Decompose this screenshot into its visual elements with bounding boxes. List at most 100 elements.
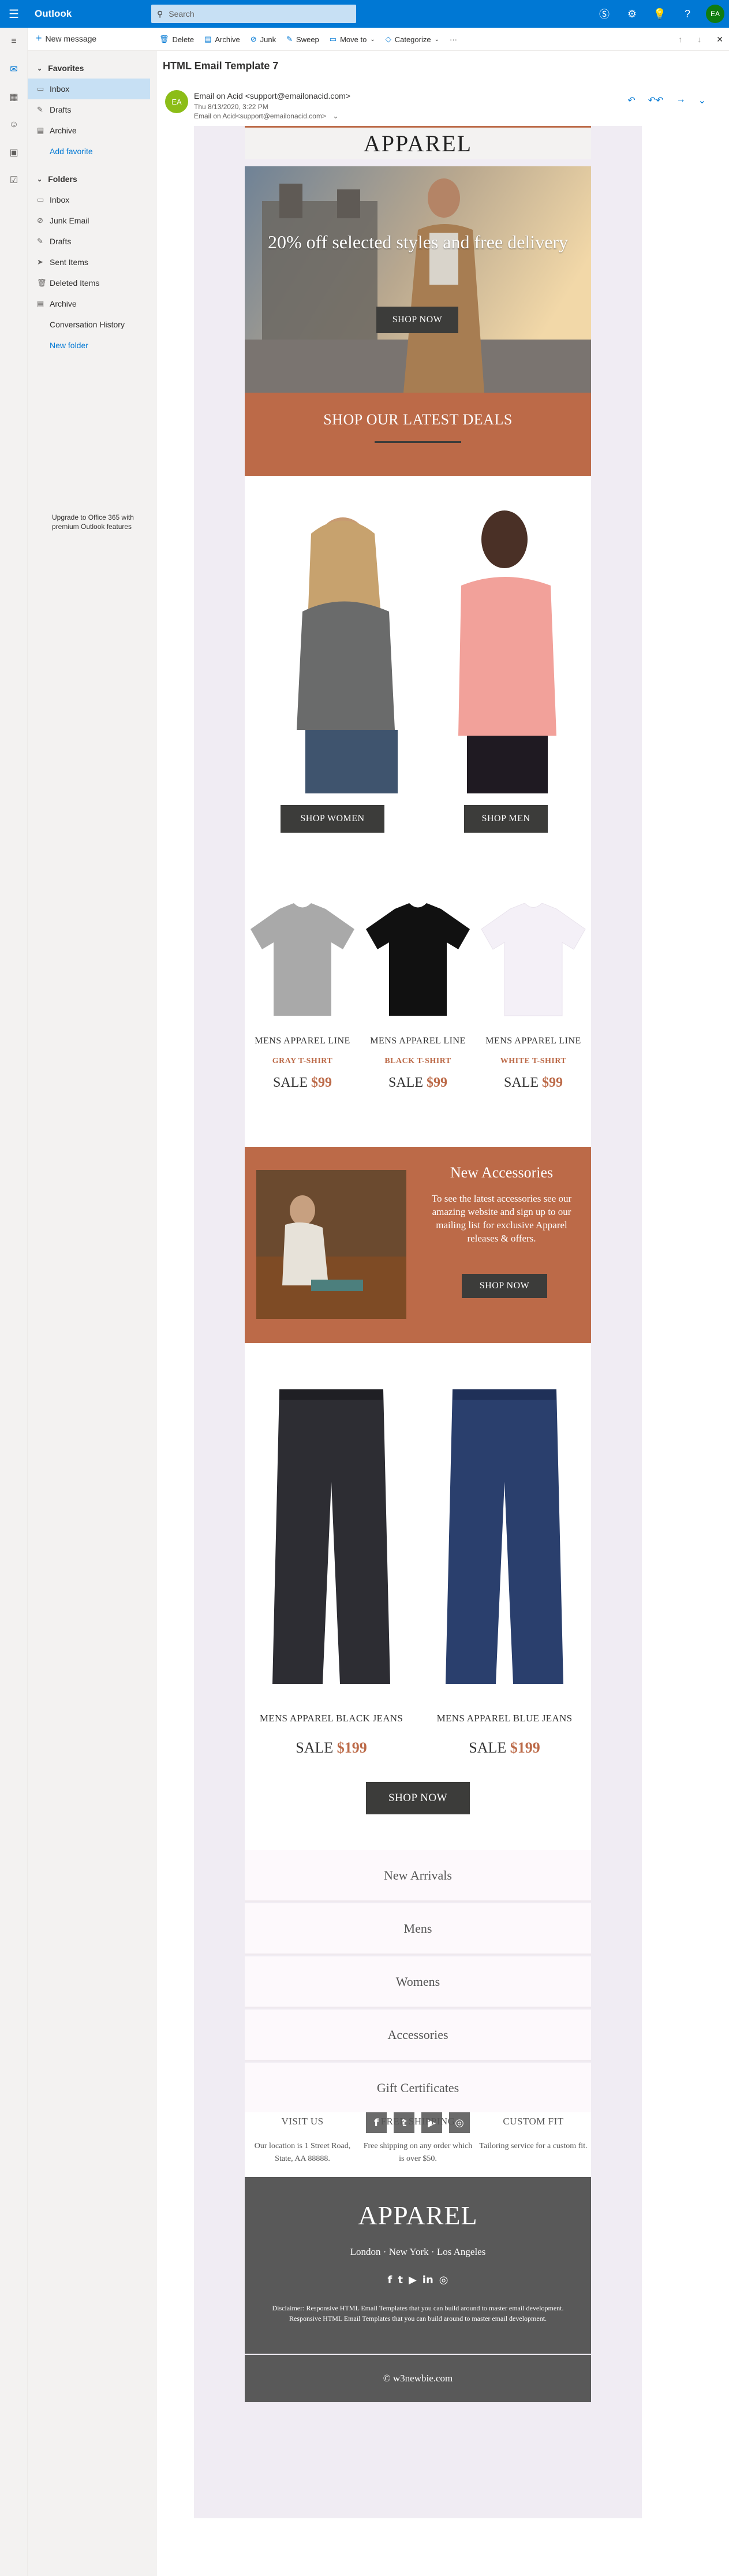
forward-icon[interactable]: →	[676, 95, 686, 106]
folder-item-archive-favorite[interactable]: ▤ Archive	[28, 120, 155, 141]
men-photo[interactable]	[427, 505, 582, 793]
tshirt-section: MENS APPAREL LINE GRAY T-SHIRT SALE $99 …	[245, 857, 591, 1147]
white-tshirt-image[interactable]	[478, 903, 588, 1019]
folder-label: Drafts	[50, 105, 72, 114]
black-jeans-image[interactable]	[256, 1384, 406, 1690]
folder-item-conversation-history[interactable]: Conversation History	[28, 314, 155, 335]
archive-icon: ▤	[37, 126, 44, 135]
product-name[interactable]: MENS APPAREL BLUE JEANS	[418, 1713, 591, 1724]
recipient-address[interactable]: Email on Acid<support@emailonacid.com>	[194, 112, 326, 120]
up-arrow-icon[interactable]: ↑	[678, 35, 682, 44]
product-color[interactable]: BLACK T-SHIRT	[363, 1057, 473, 1066]
folder-item-drafts[interactable]: ✎ Drafts	[28, 231, 155, 252]
footer-social-icons: f t ▶ in ◎	[245, 2274, 591, 2286]
product-color[interactable]: GRAY T-SHIRT	[248, 1057, 357, 1066]
black-tshirt-image[interactable]	[363, 903, 473, 1019]
folder-item-inbox-favorite[interactable]: ▭ Inbox	[28, 79, 150, 99]
folders-header[interactable]: ⌄ Folders	[28, 169, 155, 189]
junk-label: Junk	[260, 35, 276, 44]
women-photo[interactable]	[256, 510, 412, 793]
upgrade-promo[interactable]: Upgrade to Office 365 with premium Outlo…	[52, 513, 139, 531]
chevron-down-icon: ⌄	[37, 65, 43, 72]
tips-icon[interactable]: 💡	[646, 0, 674, 28]
favorites-header[interactable]: ⌄ Favorites	[28, 58, 155, 79]
chevron-down-icon[interactable]: ⌄	[698, 95, 706, 106]
nav-link-womens[interactable]: Womens	[245, 1956, 591, 2008]
settings-icon[interactable]: ⚙	[618, 0, 646, 28]
move-to-button[interactable]: ▭ Move to ⌄	[330, 35, 375, 44]
search-icon: ⚲	[157, 9, 163, 18]
new-folder-link[interactable]: New folder	[28, 335, 155, 356]
archive-button[interactable]: ▤ Archive	[204, 35, 240, 44]
app-launcher-icon[interactable]: ☰	[0, 0, 28, 28]
youtube-icon[interactable]: ▶	[409, 2274, 417, 2286]
search-input[interactable]: ⚲ Search	[151, 5, 356, 23]
delete-button[interactable]: 🗑 Delete	[159, 35, 194, 44]
nav-link-mens[interactable]: Mens	[245, 1903, 591, 1955]
accessories-photo[interactable]	[256, 1170, 406, 1319]
footer-cities: London · New York · Los Angeles	[350, 2246, 486, 2257]
sender-name[interactable]: Email on Acid <support@emailonacid.com>	[194, 91, 350, 100]
folder-item-junk[interactable]: ⊘ Junk Email	[28, 210, 155, 231]
twitter-icon[interactable]: t	[398, 2274, 403, 2286]
hero-shop-now-button[interactable]: SHOP NOW	[376, 307, 458, 333]
categorize-button[interactable]: ◇ Categorize ⌄	[386, 35, 439, 44]
facebook-icon[interactable]: f	[388, 2274, 392, 2286]
app-header: ☰ Outlook ⚲ Search Ⓢ ⚙ 💡 ? EA	[0, 0, 729, 28]
folder-item-sent[interactable]: ➤ Sent Items	[28, 252, 155, 273]
sweep-button[interactable]: ✎ Sweep	[286, 35, 319, 44]
add-favorite-label: Add favorite	[50, 147, 93, 156]
accessories-shop-now-button[interactable]: SHOP NOW	[462, 1274, 547, 1298]
price-value: $99	[542, 1075, 563, 1090]
info-text: Tailoring service for a custom fit.	[479, 2142, 588, 2150]
nav-link-gift-certificates[interactable]: Gift Certificates	[245, 2063, 591, 2115]
more-actions-button[interactable]: ···	[450, 35, 457, 44]
help-icon[interactable]: ?	[674, 0, 701, 28]
hamburger-icon[interactable]: ≡	[0, 28, 28, 55]
app-name[interactable]: Outlook	[28, 8, 149, 20]
add-favorite-link[interactable]: Add favorite	[28, 141, 155, 162]
folder-item-inbox[interactable]: ▭ Inbox	[28, 189, 155, 210]
info-text: Free shipping on any order which is over…	[363, 2142, 473, 2163]
nav-link-accessories[interactable]: Accessories	[245, 2010, 591, 2061]
reply-all-icon[interactable]: ↶↶	[648, 95, 664, 106]
block-icon: ⊘	[37, 216, 43, 225]
product-line: MENS APPAREL LINE	[370, 1036, 466, 1046]
new-message-button[interactable]: + New message	[36, 32, 96, 44]
gray-tshirt-image[interactable]	[248, 903, 357, 1019]
account-avatar[interactable]: EA	[706, 5, 724, 23]
app-rail: ≡ ✉ ▦ ☺ ▣ ☑	[0, 28, 28, 2576]
chevron-down-icon[interactable]: ⌄	[332, 112, 338, 120]
new-folder-label: New folder	[50, 341, 88, 350]
folder-label: Archive	[50, 299, 77, 308]
sender-avatar[interactable]: EA	[165, 90, 188, 113]
nav-link-new-arrivals[interactable]: New Arrivals	[245, 1850, 591, 1902]
down-arrow-icon[interactable]: ↓	[697, 35, 701, 44]
folder-item-deleted[interactable]: 🗑 Deleted Items	[28, 273, 155, 293]
photos-icon[interactable]: ▣	[0, 139, 28, 166]
todo-icon[interactable]: ☑	[0, 166, 28, 194]
mail-icon[interactable]: ✉	[0, 55, 28, 83]
folder-item-archive[interactable]: ▤ Archive	[28, 293, 155, 314]
folder-item-drafts-favorite[interactable]: ✎ Drafts	[28, 99, 155, 120]
close-icon[interactable]: ✕	[716, 35, 723, 44]
junk-button[interactable]: ⊘ Junk	[251, 35, 276, 44]
shop-women-button[interactable]: SHOP WOMEN	[281, 805, 384, 833]
product-color[interactable]: WHITE T-SHIRT	[478, 1057, 588, 1066]
product-name[interactable]: MENS APPAREL BLACK JEANS	[245, 1713, 418, 1724]
reply-icon[interactable]: ↶	[627, 95, 635, 106]
footer-disclaimer: Disclaimer: Responsive HTML Email Templa…	[272, 2304, 564, 2322]
inbox-icon: ▭	[37, 84, 44, 93]
info-columns: VISIT US Our location is 1 Street Road, …	[245, 2116, 591, 2177]
trash-icon: 🗑	[159, 35, 169, 43]
footer-copyright[interactable]: © w3newbie.com	[245, 2355, 591, 2402]
calendar-icon[interactable]: ▦	[0, 83, 28, 111]
linkedin-icon[interactable]: in	[423, 2274, 433, 2286]
people-icon[interactable]: ☺	[0, 111, 28, 139]
send-icon: ➤	[37, 258, 43, 266]
skype-icon[interactable]: Ⓢ	[590, 0, 618, 28]
jeans-shop-now-button[interactable]: SHOP NOW	[366, 1782, 470, 1814]
shop-men-button[interactable]: SHOP MEN	[464, 805, 548, 833]
blue-jeans-image[interactable]	[429, 1384, 580, 1690]
instagram-icon[interactable]: ◎	[439, 2274, 448, 2286]
